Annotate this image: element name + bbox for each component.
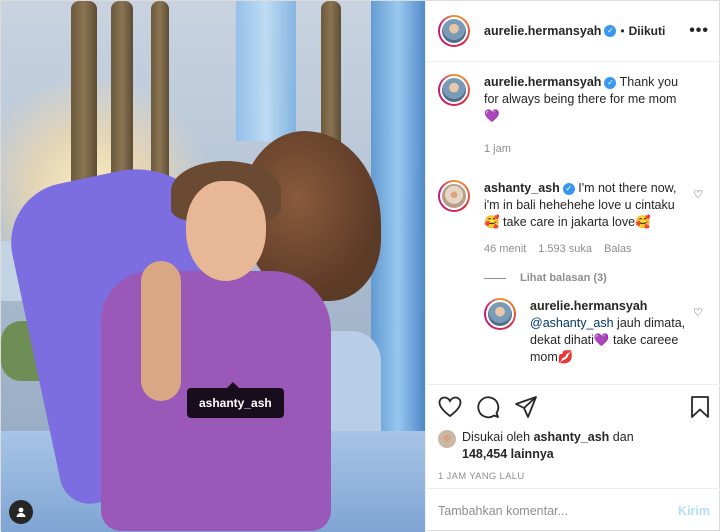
comment-like-icon[interactable]: ♡ bbox=[693, 188, 705, 201]
comment-username[interactable]: ashanty_ash bbox=[484, 181, 560, 195]
comment-icon[interactable] bbox=[476, 395, 500, 422]
person-face bbox=[186, 181, 266, 281]
post-time[interactable]: 1 JAM YANG LALU bbox=[438, 471, 710, 482]
view-replies-button[interactable]: Lihat balasan (3) bbox=[484, 272, 705, 284]
action-icons bbox=[438, 395, 710, 421]
caption-username[interactable]: aurelie.hermansyah bbox=[484, 75, 601, 89]
post-header: aurelie.hermansyah ✓ • Diikuti ••• bbox=[426, 1, 720, 62]
verified-icon: ✓ bbox=[604, 25, 617, 37]
view-replies-label: Lihat balasan (3) bbox=[520, 272, 607, 284]
post-container: ashanty_ash aurelie.hermansyah ✓ • Diiku… bbox=[0, 0, 720, 532]
heart-icon[interactable] bbox=[438, 396, 462, 421]
caption-body: aurelie.hermansyah ✓ Thank you for always… bbox=[484, 74, 705, 158]
comment-body: ashanty_ash ✓ I'm not there now, i'm in b… bbox=[484, 180, 705, 258]
more-icon[interactable]: ••• bbox=[689, 22, 709, 40]
likes-text: Disukai oleh ashanty_ash dan 148,454 lai… bbox=[462, 429, 634, 463]
user-tag-icon[interactable] bbox=[9, 500, 33, 524]
follow-button[interactable]: Diikuti bbox=[629, 24, 666, 38]
author-avatar[interactable] bbox=[438, 15, 470, 47]
verified-icon: ✓ bbox=[562, 182, 575, 195]
likes-summary: Disukai oleh ashanty_ash dan 148,454 lai… bbox=[438, 429, 710, 463]
commenter-avatar[interactable] bbox=[438, 180, 470, 212]
curtain bbox=[236, 1, 296, 141]
replies-divider bbox=[484, 277, 506, 279]
reply-body: aurelie.hermansyah @ashanty_ash jauh dim… bbox=[530, 298, 705, 366]
liker-avatar[interactable] bbox=[438, 430, 456, 448]
comment-form: Kirim bbox=[426, 488, 720, 532]
caption-meta: 1 jam bbox=[484, 141, 689, 158]
verified-icon: ✓ bbox=[604, 76, 617, 89]
comment-time[interactable]: 46 menit bbox=[484, 241, 526, 258]
post-comment-button[interactable]: Kirim bbox=[678, 504, 710, 518]
share-icon[interactable] bbox=[514, 395, 538, 422]
caption: aurelie.hermansyah ✓ Thank you for always… bbox=[438, 74, 705, 158]
caption-time[interactable]: 1 jam bbox=[484, 141, 511, 158]
post-sidebar: aurelie.hermansyah ✓ • Diikuti ••• aurel… bbox=[425, 1, 720, 532]
likes-count[interactable]: 148,454 lainnya bbox=[462, 447, 554, 461]
reply-like-icon[interactable]: ♡ bbox=[693, 306, 705, 319]
bookmark-icon[interactable] bbox=[690, 395, 710, 422]
photo-user-tag[interactable]: ashanty_ash bbox=[187, 382, 284, 418]
person-arm bbox=[141, 261, 181, 401]
reply-username[interactable]: aurelie.hermansyah bbox=[530, 299, 647, 313]
likes-user[interactable]: ashanty_ash bbox=[534, 430, 610, 444]
post-photo[interactable]: ashanty_ash bbox=[1, 1, 425, 532]
comment-meta: 46 menit 1.593 suka Balas bbox=[484, 241, 689, 258]
reply-mention[interactable]: @ashanty_ash bbox=[530, 316, 614, 330]
likes-conj: dan bbox=[612, 430, 634, 444]
comments-list: aurelie.hermansyah ✓ Thank you for always… bbox=[426, 62, 720, 382]
comment-input[interactable] bbox=[438, 503, 679, 518]
action-bar: Disukai oleh ashanty_ash dan 148,454 lai… bbox=[426, 384, 720, 482]
reply-button[interactable]: Balas bbox=[604, 241, 632, 258]
author-avatar[interactable] bbox=[438, 74, 470, 106]
likes-prefix: Disukai oleh bbox=[462, 430, 531, 444]
reply: aurelie.hermansyah @ashanty_ash jauh dim… bbox=[484, 298, 705, 366]
separator: • bbox=[620, 24, 625, 38]
author-username[interactable]: aurelie.hermansyah bbox=[484, 24, 601, 38]
comment-likes[interactable]: 1.593 suka bbox=[538, 241, 592, 258]
comment: ashanty_ash ✓ I'm not there now, i'm in b… bbox=[438, 180, 705, 258]
author-avatar[interactable] bbox=[484, 298, 516, 330]
